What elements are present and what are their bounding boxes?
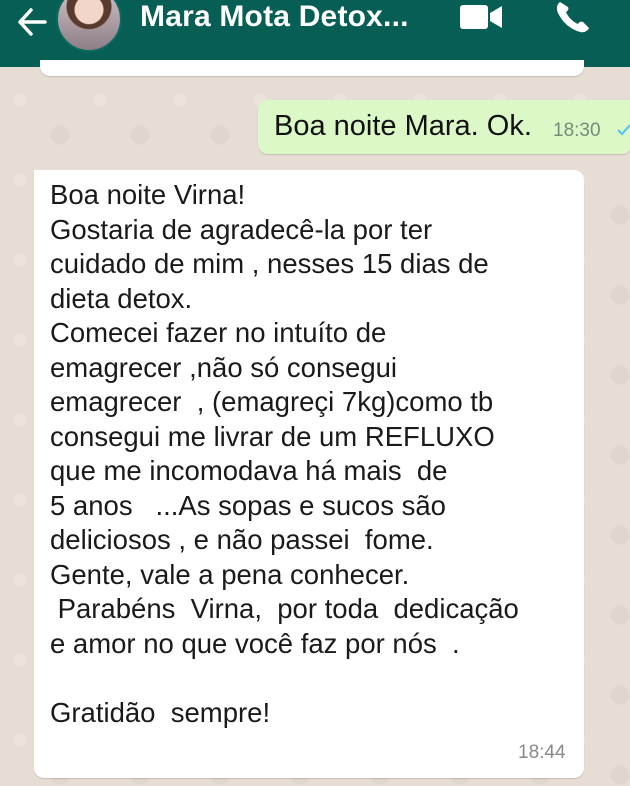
message-line: Comecei fazer no intuíto de: [50, 317, 387, 348]
message-line: emagrecer ,não só consegui: [50, 351, 398, 383]
message-text: Boa noite Mara. Ok.: [274, 110, 532, 142]
message-line: Boa noite Virna!: [50, 179, 246, 210]
outgoing-message[interactable]: Boa noite Mara. Ok. 18:30: [258, 100, 630, 154]
message-text: Boa noite Virna! Gostaria de agradecê-la…: [50, 178, 575, 730]
contact-avatar[interactable]: [56, 0, 122, 52]
message-line: [50, 661, 575, 696]
message-line: deliciosos , e não passei fome.: [50, 524, 434, 555]
message-line: dieta detox.: [50, 282, 193, 314]
phone-icon[interactable]: [554, 0, 592, 34]
message-line: e amor no que você faz por nós .: [50, 627, 460, 659]
message-line: que me incomodava há mais de: [50, 455, 448, 486]
previous-message-bubble: [40, 60, 584, 76]
arrow-left-icon: [18, 8, 47, 36]
message-line: 5 anos ...As sopas e sucos são: [50, 489, 446, 521]
video-call-icon[interactable]: [460, 4, 504, 30]
message-line: cuidado de mim , nesses 15 dias de: [50, 248, 489, 279]
message-line: Gostaria de agradecê-la por ter: [50, 213, 433, 245]
message-time: 18:30: [553, 120, 601, 141]
back-button[interactable]: [12, 4, 52, 40]
message-line: Parabéns Virna, por toda dedicação: [50, 593, 519, 624]
contact-name[interactable]: Mara Mota Detox...: [140, 0, 409, 34]
message-line: consegui me livrar de um REFLUXO: [50, 420, 495, 452]
message-line: emagrecer , (emagreçi 7kg)como tb: [50, 386, 494, 417]
check-icon: [617, 124, 630, 136]
message-line: Gratidão sempre!: [50, 696, 271, 728]
message-line: Gente, vale a pena conhecer.: [50, 558, 410, 590]
incoming-message[interactable]: Boa noite Virna! Gostaria de agradecê-la…: [34, 170, 584, 778]
chat-header: Mara Mota Detox...: [0, 0, 630, 67]
message-time: 18:44: [518, 742, 566, 763]
